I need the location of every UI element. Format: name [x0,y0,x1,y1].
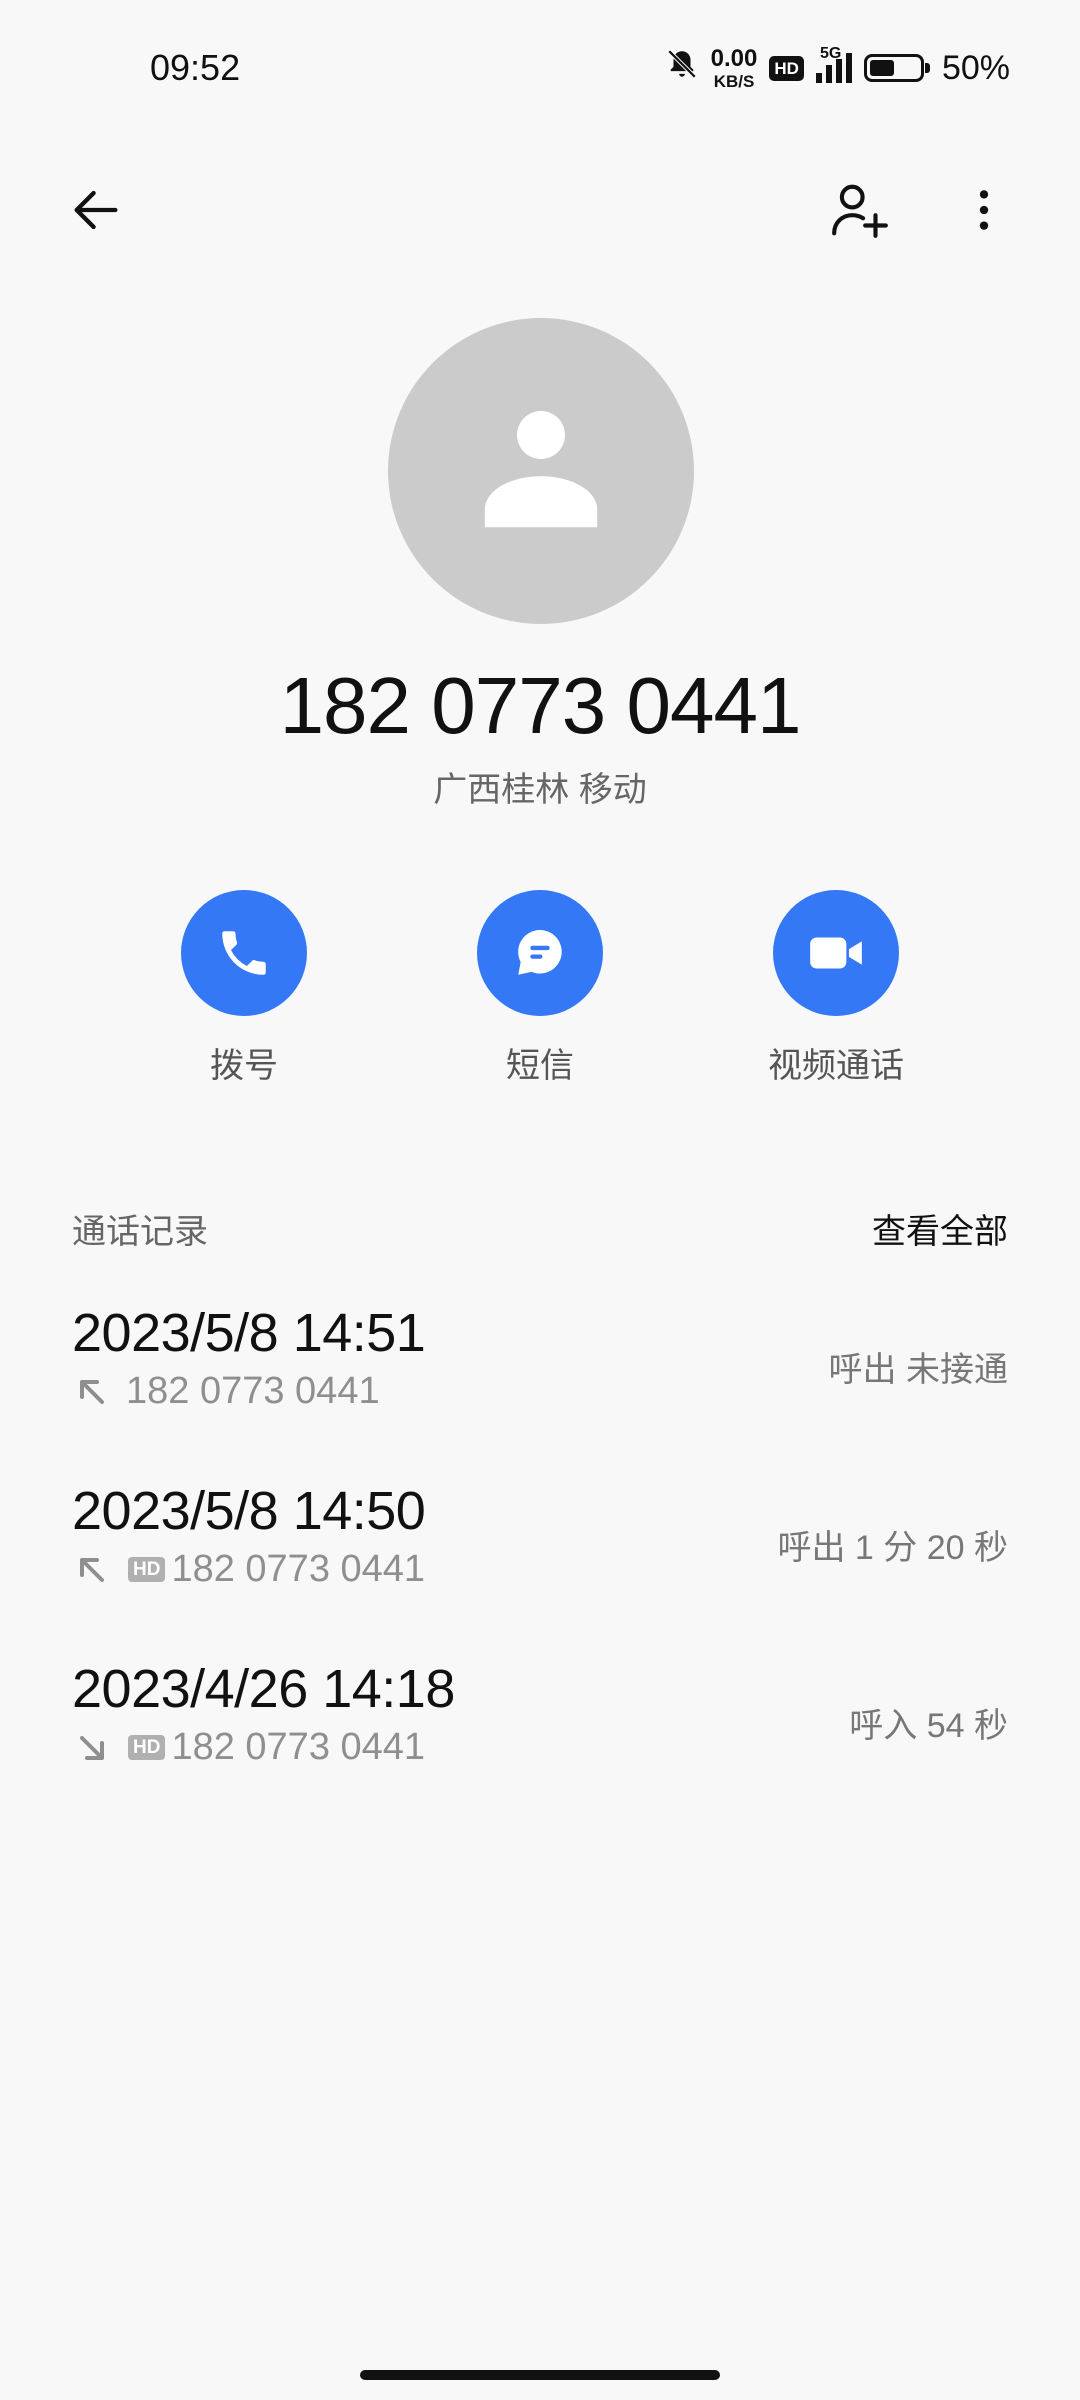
call-status: 呼出 1 分 20 秒 [777,1529,1008,1567]
call-datetime: 2023/4/26 14:18 [72,1659,455,1719]
network-speed: 0.00 KB/S [710,44,758,91]
hd-voice-badge: HD [769,55,804,81]
battery-fill [869,60,894,76]
message-icon [518,930,562,975]
more-vertical-icon [979,190,989,230]
status-time: 09:52 [150,47,241,88]
message-action[interactable]: 短信 [430,890,650,1087]
network-type-label: 5G [819,45,842,62]
battery-percent: 50% [941,48,1010,87]
hd-call-badge: HD [128,1557,166,1582]
call-number: 182 0773 0441 [171,1726,426,1768]
call-button[interactable] [181,890,307,1016]
call-datetime: 2023/5/8 14:51 [72,1303,426,1363]
add-contact-button[interactable] [812,162,908,258]
video-call-button[interactable] [773,890,899,1016]
video-camera-icon [810,937,862,969]
call-details: 182 0773 0441 [72,1370,380,1413]
more-options-button[interactable] [936,162,1032,258]
signal-5g-icon: 5G [815,45,852,83]
home-indicator[interactable] [360,2370,720,2380]
network-speed-unit: KB/S [713,71,755,91]
call-number: 182 0773 0441 [126,1370,380,1412]
outgoing-call-arrow-icon [80,1557,104,1582]
call-log-item[interactable]: 2023/4/26 14:18 HD 182 0773 0441 呼入 54 秒 [72,1658,1008,1788]
contact-avatar [388,318,694,624]
call-details: HD 182 0773 0441 [72,1548,425,1591]
call-log-title: 通话记录 [72,1213,208,1251]
add-person-icon [832,184,888,238]
call-number: 182 0773 0441 [171,1548,426,1590]
call-log-item[interactable]: 2023/5/8 14:51 182 0773 0441 呼出 未接通 [72,1302,1008,1432]
status-icons: 0.00 KB/S HD 5G 50% [665,40,1010,96]
call-log-item[interactable]: 2023/5/8 14:50 HD 182 0773 0441 呼出 1 分 2… [72,1480,1008,1610]
message-label: 短信 [506,1047,574,1085]
number-location: 广西桂林 移动 [433,771,647,809]
call-action[interactable]: 拨号 [134,890,354,1087]
call-status: 呼出 未接通 [828,1351,1008,1389]
outgoing-call-arrow-icon [80,1379,104,1404]
back-button[interactable] [48,162,144,258]
call-details: HD 182 0773 0441 [72,1726,425,1769]
battery-icon [863,54,930,82]
mute-notifications-icon [665,47,699,90]
call-label: 拨号 [210,1047,278,1085]
network-speed-value: 0.00 [710,44,758,72]
contact-number: 182 0773 0441 [279,661,802,750]
view-all-link[interactable]: 查看全部 [872,1204,1008,1253]
message-button[interactable] [477,890,603,1016]
hd-call-badge: HD [128,1735,166,1760]
back-arrow-icon [74,190,118,230]
phone-icon [222,931,266,975]
incoming-call-arrow-icon [80,1735,104,1760]
person-placeholder-icon [484,411,598,528]
video-call-action[interactable]: 视频通话 [726,890,946,1087]
call-status: 呼入 54 秒 [849,1707,1008,1745]
call-datetime: 2023/5/8 14:50 [72,1481,426,1541]
video-call-label: 视频通话 [768,1047,904,1085]
